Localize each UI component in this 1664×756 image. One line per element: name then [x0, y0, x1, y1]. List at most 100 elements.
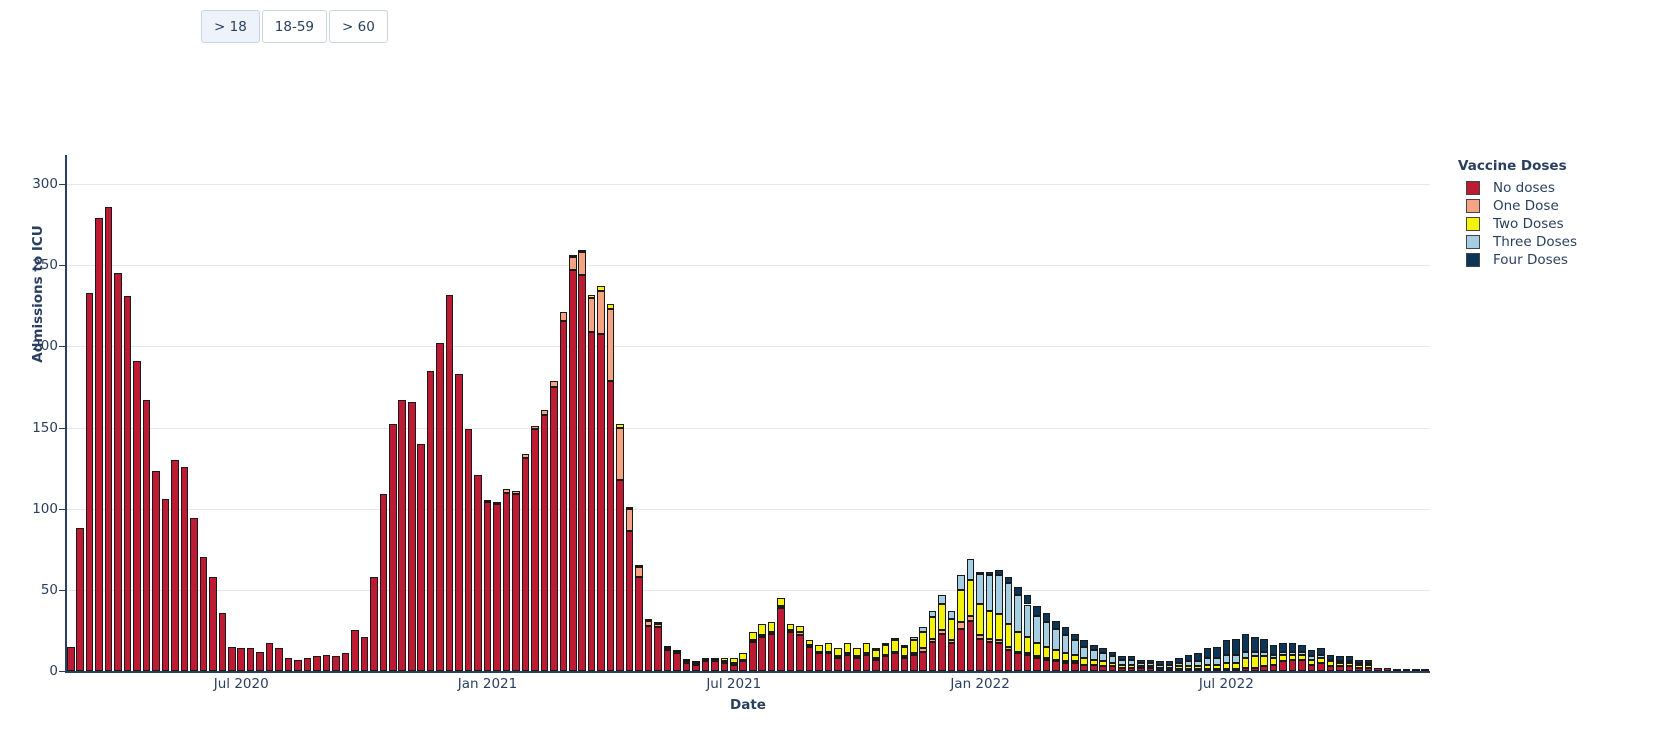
bar-segment[interactable]	[976, 571, 984, 574]
bar-segment[interactable]	[1184, 666, 1193, 670]
bar-segment[interactable]	[313, 656, 321, 671]
bar-segment[interactable]	[114, 273, 122, 671]
bar-segment[interactable]	[1213, 664, 1221, 670]
bar-column[interactable]	[1326, 654, 1335, 671]
bar-segment[interactable]	[1146, 662, 1155, 667]
bar-segment[interactable]	[1336, 666, 1344, 671]
bar-segment[interactable]	[1071, 654, 1079, 662]
bar-segment[interactable]	[1137, 667, 1145, 671]
bar-column[interactable]	[218, 612, 227, 671]
bar-segment[interactable]	[1108, 662, 1117, 667]
bar-column[interactable]	[114, 273, 122, 671]
bar-column[interactable]	[767, 622, 776, 671]
bar-column[interactable]	[171, 460, 179, 671]
bar-segment[interactable]	[1250, 651, 1259, 657]
bar-column[interactable]	[881, 643, 890, 671]
bar-column[interactable]	[483, 500, 492, 671]
bar-segment[interactable]	[398, 400, 407, 671]
bar-column[interactable]	[1071, 633, 1079, 671]
legend-items[interactable]: No doses One Dose Two Doses Three Doses Four…	[1455, 179, 1664, 269]
bar-segment[interactable]	[407, 401, 416, 671]
bar-column[interactable]	[142, 400, 151, 671]
legend-item-0[interactable]: No doses	[1455, 179, 1664, 197]
bar-column[interactable]	[872, 647, 880, 671]
bar-segment[interactable]	[1014, 586, 1022, 595]
bar-column[interactable]	[1014, 586, 1022, 671]
bar-segment[interactable]	[1127, 656, 1136, 660]
bar-segment[interactable]	[502, 489, 511, 493]
bar-column[interactable]	[1336, 656, 1344, 671]
bar-column[interactable]	[294, 659, 302, 671]
bar-segment[interactable]	[1345, 662, 1354, 667]
bar-segment[interactable]	[152, 471, 160, 671]
bar-segment[interactable]	[597, 286, 605, 292]
bar-column[interactable]	[227, 646, 236, 671]
bar-segment[interactable]	[1298, 654, 1306, 660]
bar-segment[interactable]	[606, 304, 615, 310]
legend-item-2[interactable]: Two Doses	[1455, 215, 1664, 233]
bar-column[interactable]	[76, 528, 84, 671]
bar-segment[interactable]	[805, 646, 814, 671]
bar-segment[interactable]	[872, 649, 880, 659]
bar-segment[interactable]	[966, 580, 975, 616]
bar-segment[interactable]	[919, 627, 927, 633]
bar-segment[interactable]	[1250, 667, 1259, 671]
bar-segment[interactable]	[1033, 643, 1041, 657]
bar-segment[interactable]	[587, 297, 596, 332]
bar-segment[interactable]	[1326, 654, 1335, 660]
bar-segment[interactable]	[881, 645, 890, 655]
bar-segment[interactable]	[1203, 664, 1212, 670]
bar-segment[interactable]	[1307, 659, 1316, 665]
bar-column[interactable]	[180, 466, 189, 671]
bar-segment[interactable]	[474, 474, 482, 671]
bar-segment[interactable]	[919, 632, 927, 649]
bar-column[interactable]	[1279, 643, 1287, 671]
bar-segment[interactable]	[1099, 661, 1107, 667]
bar-segment[interactable]	[625, 531, 634, 671]
bar-column[interactable]	[1099, 648, 1107, 671]
bar-column[interactable]	[1317, 648, 1325, 671]
bar-column[interactable]	[1184, 654, 1193, 671]
bar-column[interactable]	[1061, 627, 1070, 671]
bar-segment[interactable]	[872, 659, 880, 671]
bar-segment[interactable]	[1080, 640, 1089, 647]
bar-segment[interactable]	[1241, 651, 1250, 659]
bar-column[interactable]	[777, 598, 785, 671]
bar-segment[interactable]	[919, 651, 927, 671]
bar-segment[interactable]	[786, 632, 795, 671]
bar-segment[interactable]	[133, 361, 141, 671]
bar-column[interactable]	[502, 489, 511, 671]
bar-column[interactable]	[900, 644, 909, 671]
bar-segment[interactable]	[947, 619, 956, 641]
bar-segment[interactable]	[445, 294, 454, 671]
bar-segment[interactable]	[1080, 658, 1089, 665]
bar-segment[interactable]	[1317, 654, 1325, 659]
bar-segment[interactable]	[370, 576, 378, 671]
bar-segment[interactable]	[881, 656, 890, 671]
bar-column[interactable]	[398, 400, 407, 671]
bar-segment[interactable]	[720, 662, 729, 671]
bar-segment[interactable]	[1089, 659, 1098, 665]
bar-segment[interactable]	[199, 557, 208, 671]
bar-segment[interactable]	[938, 594, 946, 605]
bar-segment[interactable]	[853, 648, 861, 657]
bar-segment[interactable]	[815, 653, 823, 671]
bar-segment[interactable]	[227, 646, 236, 671]
bar-segment[interactable]	[587, 294, 596, 298]
bar-column[interactable]	[1042, 612, 1051, 671]
bar-segment[interactable]	[1061, 635, 1070, 654]
bar-segment[interactable]	[1232, 662, 1240, 670]
bar-column[interactable]	[275, 648, 283, 671]
bar-column[interactable]	[1137, 659, 1145, 671]
bar-segment[interactable]	[218, 612, 227, 671]
bar-column[interactable]	[862, 643, 871, 671]
bar-column[interactable]	[493, 501, 501, 671]
bar-column[interactable]	[758, 623, 766, 671]
bar-segment[interactable]	[1080, 664, 1089, 671]
bar-segment[interactable]	[1004, 623, 1013, 647]
bar-segment[interactable]	[1089, 664, 1098, 671]
bar-segment[interactable]	[436, 343, 444, 671]
bar-segment[interactable]	[872, 647, 880, 650]
bar-segment[interactable]	[644, 625, 653, 671]
bar-segment[interactable]	[161, 499, 170, 671]
